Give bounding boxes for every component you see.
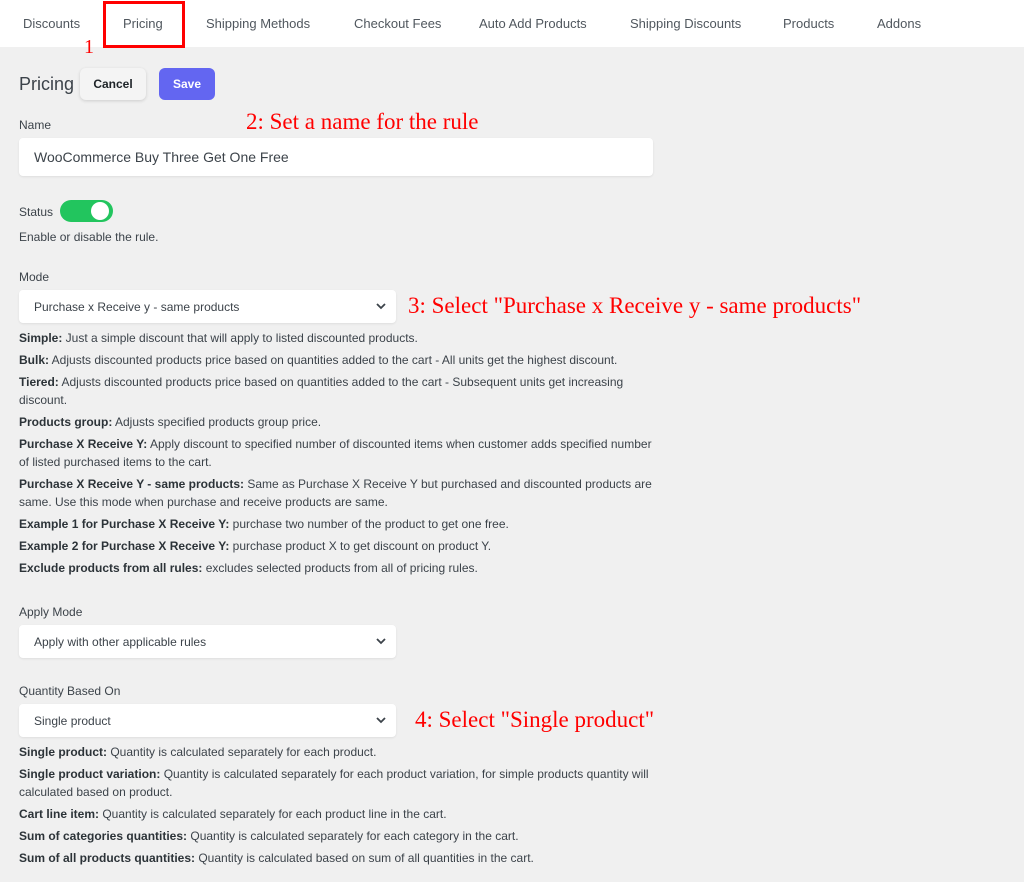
chevron-down-icon — [376, 303, 386, 310]
help-term: Cart line item: — [19, 807, 100, 821]
help-text: Adjusts discounted products price based … — [49, 353, 618, 367]
cancel-button[interactable]: Cancel — [80, 68, 146, 100]
help-item: Exclude products from all rules: exclude… — [19, 559, 659, 577]
help-term: Sum of categories quantities: — [19, 829, 188, 843]
quantity-select-value: Single product — [34, 714, 111, 728]
annotation-step-2: 2: Set a name for the rule — [246, 109, 479, 134]
help-text: purchase two number of the product to ge… — [229, 517, 509, 531]
help-item: Purchase X Receive Y - same products: Sa… — [19, 475, 659, 511]
annotation-step-3: 3: Select "Purchase x Receive y - same p… — [408, 293, 862, 318]
status-label: Status — [19, 205, 54, 219]
help-text: purchase product X to get discount on pr… — [229, 539, 492, 553]
help-item: Example 1 for Purchase X Receive Y: purc… — [19, 515, 659, 533]
help-term: Purchase X Receive Y - same products: — [19, 477, 244, 491]
annotation-step-1: 1 — [84, 36, 94, 58]
name-input[interactable]: WooCommerce Buy Three Get One Free — [19, 138, 653, 176]
tab-shipping-discounts[interactable]: Shipping Discounts — [630, 16, 741, 31]
help-item: Purchase X Receive Y: Apply discount to … — [19, 435, 659, 471]
tab-products[interactable]: Products — [783, 16, 834, 31]
status-help: Enable or disable the rule. — [19, 230, 159, 244]
help-term: Single product: — [19, 745, 107, 759]
page-title: Pricing — [19, 74, 75, 94]
help-item: Sum of categories quantities: Quantity i… — [19, 827, 659, 845]
help-text: Adjusts discounted products price based … — [19, 375, 624, 407]
help-term: Products group: — [19, 415, 113, 429]
tab-shipping-methods[interactable]: Shipping Methods — [206, 16, 310, 31]
help-text: Just a simple discount that will apply t… — [62, 331, 418, 345]
help-text: excludes selected products from all of p… — [202, 561, 478, 575]
help-item: Bulk: Adjusts discounted products price … — [19, 351, 659, 369]
save-button[interactable]: Save — [159, 68, 215, 100]
apply-mode-label: Apply Mode — [19, 605, 83, 619]
help-term: Purchase X Receive Y: — [19, 437, 148, 451]
annotation-step-4: 4: Select "Single product" — [415, 707, 655, 732]
mode-select[interactable]: Purchase x Receive y - same products — [19, 290, 396, 323]
help-term: Example 2 for Purchase X Receive Y: — [19, 539, 230, 553]
help-text: Quantity is calculated separately for ea… — [107, 745, 377, 759]
help-item: Example 2 for Purchase X Receive Y: purc… — [19, 537, 659, 555]
tab-addons[interactable]: Addons — [877, 16, 921, 31]
mode-label: Mode — [19, 270, 50, 284]
help-term: Example 1 for Purchase X Receive Y: — [19, 517, 230, 531]
help-term: Simple: — [19, 331, 63, 345]
tab-discounts[interactable]: Discounts — [23, 16, 80, 31]
quantity-select[interactable]: Single product — [19, 704, 396, 737]
help-text: Quantity is calculated separately for ea… — [99, 807, 447, 821]
tab-checkout-fees[interactable]: Checkout Fees — [354, 16, 441, 31]
help-term: Bulk: — [19, 353, 49, 367]
mode-select-value: Purchase x Receive y - same products — [34, 300, 240, 314]
chevron-down-icon — [376, 717, 386, 724]
apply-mode-select-value: Apply with other applicable rules — [34, 635, 207, 649]
quantity-label: Quantity Based On — [19, 684, 121, 698]
mode-help-list: Simple: Just a simple discount that will… — [19, 329, 659, 581]
help-item: Single product: Quantity is calculated s… — [19, 743, 659, 761]
help-item: Sum of all products quantities: Quantity… — [19, 849, 659, 867]
quantity-help-list: Single product: Quantity is calculated s… — [19, 743, 659, 871]
chevron-down-icon — [376, 638, 386, 645]
help-item: Tiered: Adjusts discounted products pric… — [19, 373, 659, 409]
annotation-highlight-box — [103, 1, 185, 48]
help-term: Tiered: — [19, 375, 59, 389]
name-label: Name — [19, 118, 52, 132]
help-term: Exclude products from all rules: — [19, 561, 203, 575]
help-text: Quantity is calculated separately for ea… — [187, 829, 519, 843]
help-item: Cart line item: Quantity is calculated s… — [19, 805, 659, 823]
apply-mode-select[interactable]: Apply with other applicable rules — [19, 625, 396, 658]
help-item: Products group: Adjusts specified produc… — [19, 413, 659, 431]
help-term: Sum of all products quantities: — [19, 851, 196, 865]
help-item: Simple: Just a simple discount that will… — [19, 329, 659, 347]
toggle-knob — [91, 202, 109, 220]
help-text: Quantity is calculated based on sum of a… — [195, 851, 534, 865]
help-term: Single product variation: — [19, 767, 161, 781]
status-toggle[interactable] — [60, 200, 113, 222]
help-text: Adjusts specified products group price. — [112, 415, 322, 429]
help-item: Single product variation: Quantity is ca… — [19, 765, 659, 801]
tab-auto-add-products[interactable]: Auto Add Products — [479, 16, 587, 31]
